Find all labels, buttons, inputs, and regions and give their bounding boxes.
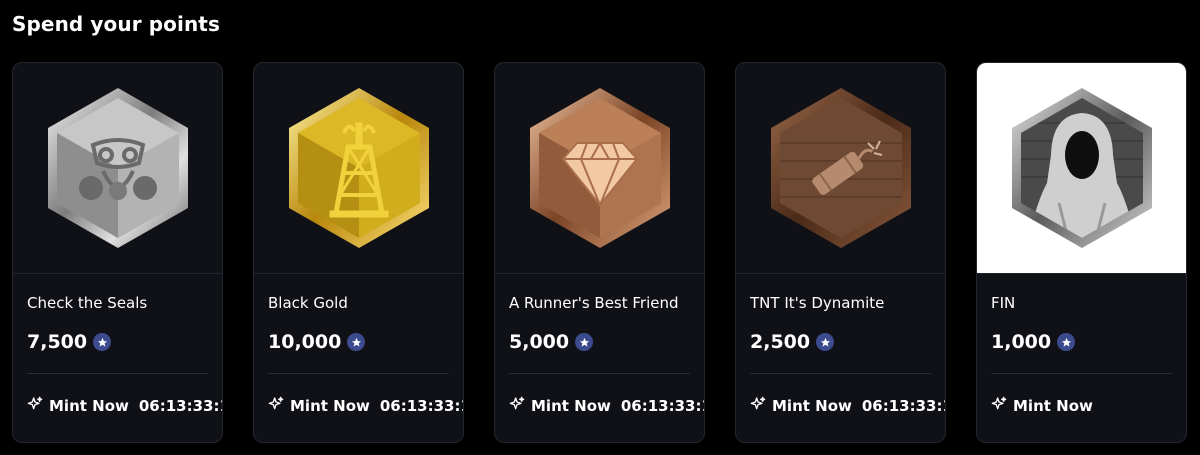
dynamite-badge-icon — [770, 88, 911, 248]
card-image — [254, 63, 463, 273]
hooded-figure-badge-icon — [1011, 88, 1152, 248]
card-image — [736, 63, 945, 273]
price-value: 2,500 — [750, 331, 811, 353]
mint-now-button[interactable]: Mint Now 06:13:33:11 — [750, 396, 945, 416]
card-image — [13, 63, 222, 273]
points-star-icon — [816, 333, 835, 351]
sparkle-icon — [268, 396, 284, 416]
nft-card-fin[interactable]: FIN 1,000 Mint Now — [976, 62, 1187, 443]
card-price: 7,500 — [27, 331, 112, 353]
oil-derrick-badge-icon — [288, 88, 429, 248]
divider — [495, 273, 704, 274]
sparkle-icon — [991, 396, 1007, 416]
divider — [991, 373, 1172, 374]
section-title: Spend your points — [12, 12, 220, 36]
card-image — [495, 63, 704, 273]
divider — [254, 273, 463, 274]
divider — [268, 373, 449, 374]
card-title: Check the Seals — [27, 294, 148, 312]
divider — [736, 273, 945, 274]
countdown-timer: 06:13:33:11 — [379, 397, 463, 415]
sparkle-icon — [27, 396, 43, 416]
mint-label: Mint Now — [1013, 397, 1093, 415]
card-image — [977, 63, 1186, 273]
price-value: 10,000 — [268, 331, 342, 353]
card-price: 1,000 — [991, 331, 1076, 353]
mint-now-button[interactable]: Mint Now 06:13:33:11 — [27, 396, 222, 416]
points-star-icon — [1057, 333, 1076, 351]
mint-label: Mint Now — [49, 397, 129, 415]
countdown-timer: 06:13:33:11 — [138, 397, 222, 415]
mint-now-button[interactable]: Mint Now 06:13:33:11 — [509, 396, 704, 416]
divider — [509, 373, 690, 374]
points-star-icon — [347, 333, 366, 351]
divider — [750, 373, 931, 374]
countdown-timer: 06:13:33:11 — [861, 397, 945, 415]
countdown-timer: 06:13:33:11 — [620, 397, 704, 415]
gas-mask-badge-icon — [47, 88, 188, 248]
mint-now-button[interactable]: Mint Now — [991, 396, 1093, 416]
points-star-icon — [93, 333, 112, 351]
card-price: 10,000 — [268, 331, 366, 353]
mint-label: Mint Now — [772, 397, 852, 415]
points-star-icon — [575, 333, 594, 351]
divider — [27, 373, 208, 374]
price-value: 1,000 — [991, 331, 1052, 353]
nft-card-check-the-seals[interactable]: Check the Seals 7,500 Mint Now 06:13:33:… — [12, 62, 223, 443]
card-title: Black Gold — [268, 294, 348, 312]
nft-card-a-runners-best-friend[interactable]: A Runner's Best Friend 5,000 Mint Now 06… — [494, 62, 705, 443]
mint-now-button[interactable]: Mint Now 06:13:33:11 — [268, 396, 463, 416]
sparkle-icon — [509, 396, 525, 416]
card-price: 5,000 — [509, 331, 594, 353]
mint-label: Mint Now — [531, 397, 611, 415]
nft-card-tnt-its-dynamite[interactable]: TNT It's Dynamite 2,500 Mint Now 06:13:3… — [735, 62, 946, 443]
sparkle-icon — [750, 396, 766, 416]
price-value: 7,500 — [27, 331, 88, 353]
mint-label: Mint Now — [290, 397, 370, 415]
price-value: 5,000 — [509, 331, 570, 353]
card-title: FIN — [991, 294, 1016, 312]
card-price: 2,500 — [750, 331, 835, 353]
divider — [13, 273, 222, 274]
divider — [977, 273, 1186, 274]
diamond-badge-icon — [529, 88, 670, 248]
card-title: A Runner's Best Friend — [509, 294, 679, 312]
nft-card-black-gold[interactable]: Black Gold 10,000 Mint Now 06:13:33:11 — [253, 62, 464, 443]
card-title: TNT It's Dynamite — [750, 294, 885, 312]
